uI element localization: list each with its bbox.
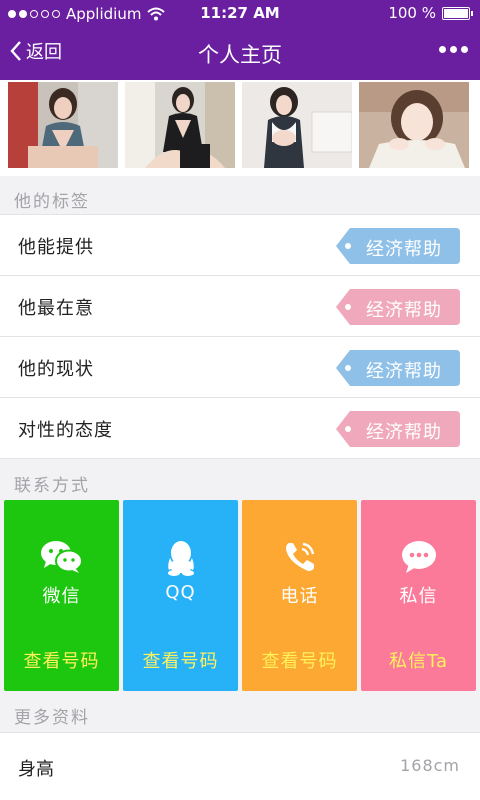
more-options-button[interactable]: [439, 46, 468, 53]
tag-text: 经济帮助: [366, 300, 442, 321]
list-item: 他最在意 经济帮助: [0, 276, 480, 337]
tag-row-label: 他最在意: [18, 298, 94, 319]
private-message-card[interactable]: 私信 私信Ta: [361, 500, 476, 691]
page-title: 个人主页: [198, 43, 282, 67]
status-bar: Applidium 11:27 AM 100 %: [0, 0, 480, 28]
wechat-icon: [40, 541, 83, 573]
view-number-button[interactable]: 查看号码: [123, 647, 238, 673]
photo-thumbnail[interactable]: [359, 82, 469, 168]
tags-section-title: 他的标签: [14, 192, 90, 212]
view-number-button[interactable]: 查看号码: [242, 647, 357, 673]
list-item: 对性的态度 经济帮助: [0, 398, 480, 459]
tag-badge[interactable]: 经济帮助: [336, 289, 460, 325]
navigation-bar: 返回 个人主页: [0, 28, 480, 80]
list-item: 他的现状 经济帮助: [0, 337, 480, 398]
tag-text: 经济帮助: [366, 361, 442, 382]
contact-type-label: QQ: [165, 582, 196, 603]
photo-thumbnail[interactable]: [8, 82, 118, 168]
info-value: 168cm: [400, 756, 460, 775]
qq-icon: [167, 541, 194, 576]
top-bar: Applidium 11:27 AM 100 % 返回 个人主页: [0, 0, 480, 80]
more-info-section-title: 更多资料: [14, 708, 90, 728]
contact-type-label: 电话: [280, 586, 319, 607]
send-message-button[interactable]: 私信Ta: [361, 647, 476, 673]
battery-info: 100 %: [388, 4, 473, 22]
wechat-card[interactable]: 微信 查看号码: [4, 500, 119, 691]
info-label: 身高: [18, 759, 54, 780]
photo-gallery: [0, 80, 480, 176]
tag-row-label: 对性的态度: [18, 420, 113, 441]
contact-type-label: 微信: [42, 586, 81, 607]
tag-row-label: 他的现状: [18, 359, 94, 380]
tags-list: 他能提供 经济帮助 他最在意 经济帮助 他的现状 经济帮助 对性的态度 经济帮助: [0, 214, 480, 459]
contact-type-label: 私信: [399, 586, 438, 607]
tag-text: 经济帮助: [366, 422, 442, 443]
tag-row-label: 他能提供: [18, 237, 94, 258]
phone-icon: [285, 542, 314, 571]
list-item: 身高 168cm: [0, 732, 480, 800]
contact-section-title: 联系方式: [14, 476, 90, 496]
battery-percent: 100 %: [388, 4, 436, 22]
battery-icon: [442, 6, 473, 20]
phone-card[interactable]: 电话 查看号码: [242, 500, 357, 691]
photo-thumbnail[interactable]: [125, 82, 235, 168]
tag-badge[interactable]: 经济帮助: [336, 411, 460, 447]
tag-text: 经济帮助: [366, 239, 442, 260]
tag-badge[interactable]: 经济帮助: [336, 228, 460, 264]
message-icon: [401, 541, 436, 573]
qq-card[interactable]: QQ 查看号码: [123, 500, 238, 691]
view-number-button[interactable]: 查看号码: [4, 647, 119, 673]
tag-badge[interactable]: 经济帮助: [336, 350, 460, 386]
photo-thumbnail[interactable]: [242, 82, 352, 168]
list-item: 他能提供 经济帮助: [0, 215, 480, 276]
contact-cards: 微信 查看号码 QQ 查看号码 电话 查看号码 私信 私信Ta: [4, 500, 476, 691]
